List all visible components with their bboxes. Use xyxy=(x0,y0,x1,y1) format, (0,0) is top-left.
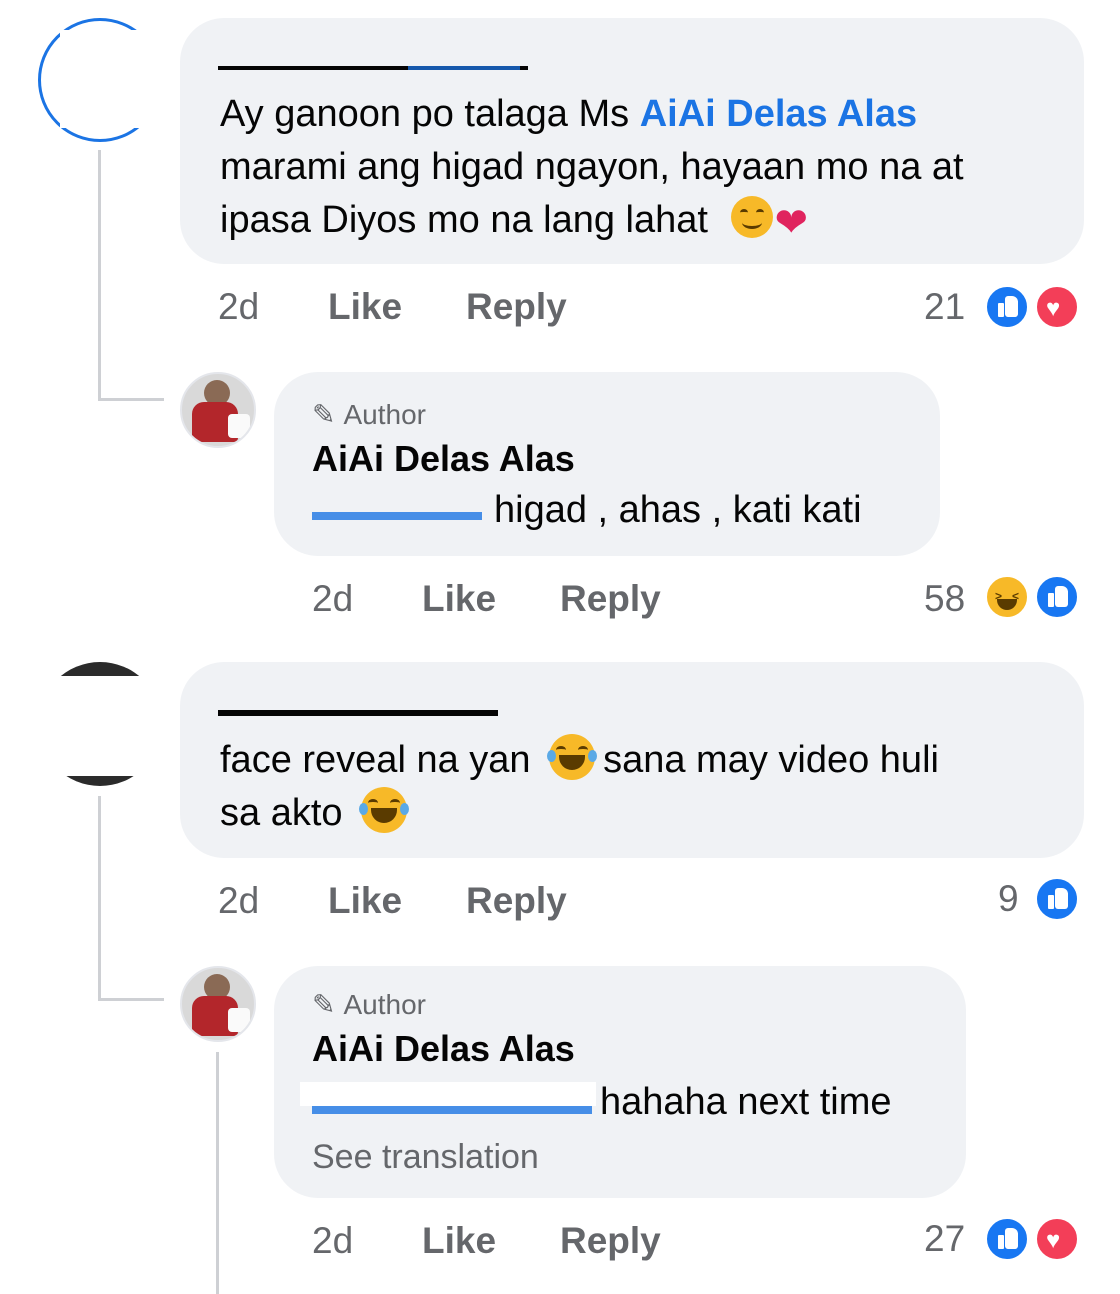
laughing-tears-emoji xyxy=(547,734,598,780)
like-icon xyxy=(1034,876,1080,922)
haha-icon: > < xyxy=(984,574,1030,620)
avatar-redaction xyxy=(34,676,170,776)
thread-connector xyxy=(98,998,164,1001)
mention-redaction xyxy=(308,490,484,512)
like-button[interactable]: Like xyxy=(422,1220,496,1262)
pencil-icon: ✎ xyxy=(312,399,336,430)
reply-text: hahaha next time xyxy=(600,1081,892,1123)
love-icon: ♥ xyxy=(1034,284,1080,330)
reaction-count[interactable]: 58 xyxy=(924,578,965,620)
timestamp[interactable]: 2d xyxy=(218,286,259,328)
like-button[interactable]: Like xyxy=(328,286,402,328)
love-icon: ♥ xyxy=(1034,1216,1080,1262)
reply-bubble: ✎ Author AiAi Delas Alas hahaha next time… xyxy=(274,966,966,1198)
reply-button[interactable]: Reply xyxy=(466,880,567,922)
reply-button[interactable]: Reply xyxy=(560,578,661,620)
author-avatar[interactable] xyxy=(180,372,256,448)
like-button[interactable]: Like xyxy=(328,880,402,922)
like-icon xyxy=(1034,574,1080,620)
reply-text: higad , ahas , kati kati xyxy=(494,489,862,531)
timestamp[interactable]: 2d xyxy=(312,1220,353,1262)
comment-actions: 2d Like Reply xyxy=(218,880,718,926)
author-name[interactable]: AiAi Delas Alas xyxy=(312,1028,575,1070)
like-button[interactable]: Like xyxy=(422,578,496,620)
comment-bubble: face reveal na yan sana may video huli s… xyxy=(180,662,1084,858)
mention-link[interactable]: AiAi Delas Alas xyxy=(640,93,917,135)
reply-actions: 2d Like Reply xyxy=(312,1220,812,1266)
reaction-count[interactable]: 27 xyxy=(924,1218,965,1260)
pencil-icon: ✎ xyxy=(312,989,336,1020)
avatar-redaction xyxy=(60,30,170,128)
reply-button[interactable]: Reply xyxy=(560,1220,661,1262)
thread-connector xyxy=(98,398,164,401)
comment-text: face reveal na yan sana may video huli s… xyxy=(220,734,1070,840)
timestamp[interactable]: 2d xyxy=(218,880,259,922)
author-badge: ✎ Author xyxy=(312,989,426,1020)
name-redaction xyxy=(210,682,500,710)
reaction-count[interactable]: 21 xyxy=(924,286,965,328)
comment-text: Ay ganoon po talaga Ms AiAi Delas Alas m… xyxy=(220,88,1070,250)
like-icon xyxy=(984,1216,1030,1262)
like-icon xyxy=(984,284,1030,330)
name-redaction xyxy=(210,38,530,66)
thread-line xyxy=(98,796,101,1000)
thread-line xyxy=(98,150,101,400)
author-badge: ✎ Author xyxy=(312,399,426,430)
see-translation-link[interactable]: See translation xyxy=(312,1138,539,1177)
author-avatar[interactable] xyxy=(180,966,256,1042)
reply-actions: 2d Like Reply xyxy=(312,578,812,624)
reaction-count[interactable]: 9 xyxy=(998,878,1019,920)
thread-line xyxy=(216,1052,219,1294)
reply-bubble: ✎ Author AiAi Delas Alas higad , ahas , k… xyxy=(274,372,940,556)
comment-bubble: Ay ganoon po talaga Ms AiAi Delas Alas m… xyxy=(180,18,1084,264)
author-name[interactable]: AiAi Delas Alas xyxy=(312,438,575,480)
mention-redaction xyxy=(300,1082,596,1106)
timestamp[interactable]: 2d xyxy=(312,578,353,620)
reply-button[interactable]: Reply xyxy=(466,286,567,328)
comment-actions: 2d Like Reply xyxy=(218,286,718,332)
sparkling-heart-emoji: ❤ xyxy=(774,201,809,245)
smiling-face-emoji xyxy=(730,196,773,238)
laughing-tears-emoji xyxy=(359,787,410,833)
